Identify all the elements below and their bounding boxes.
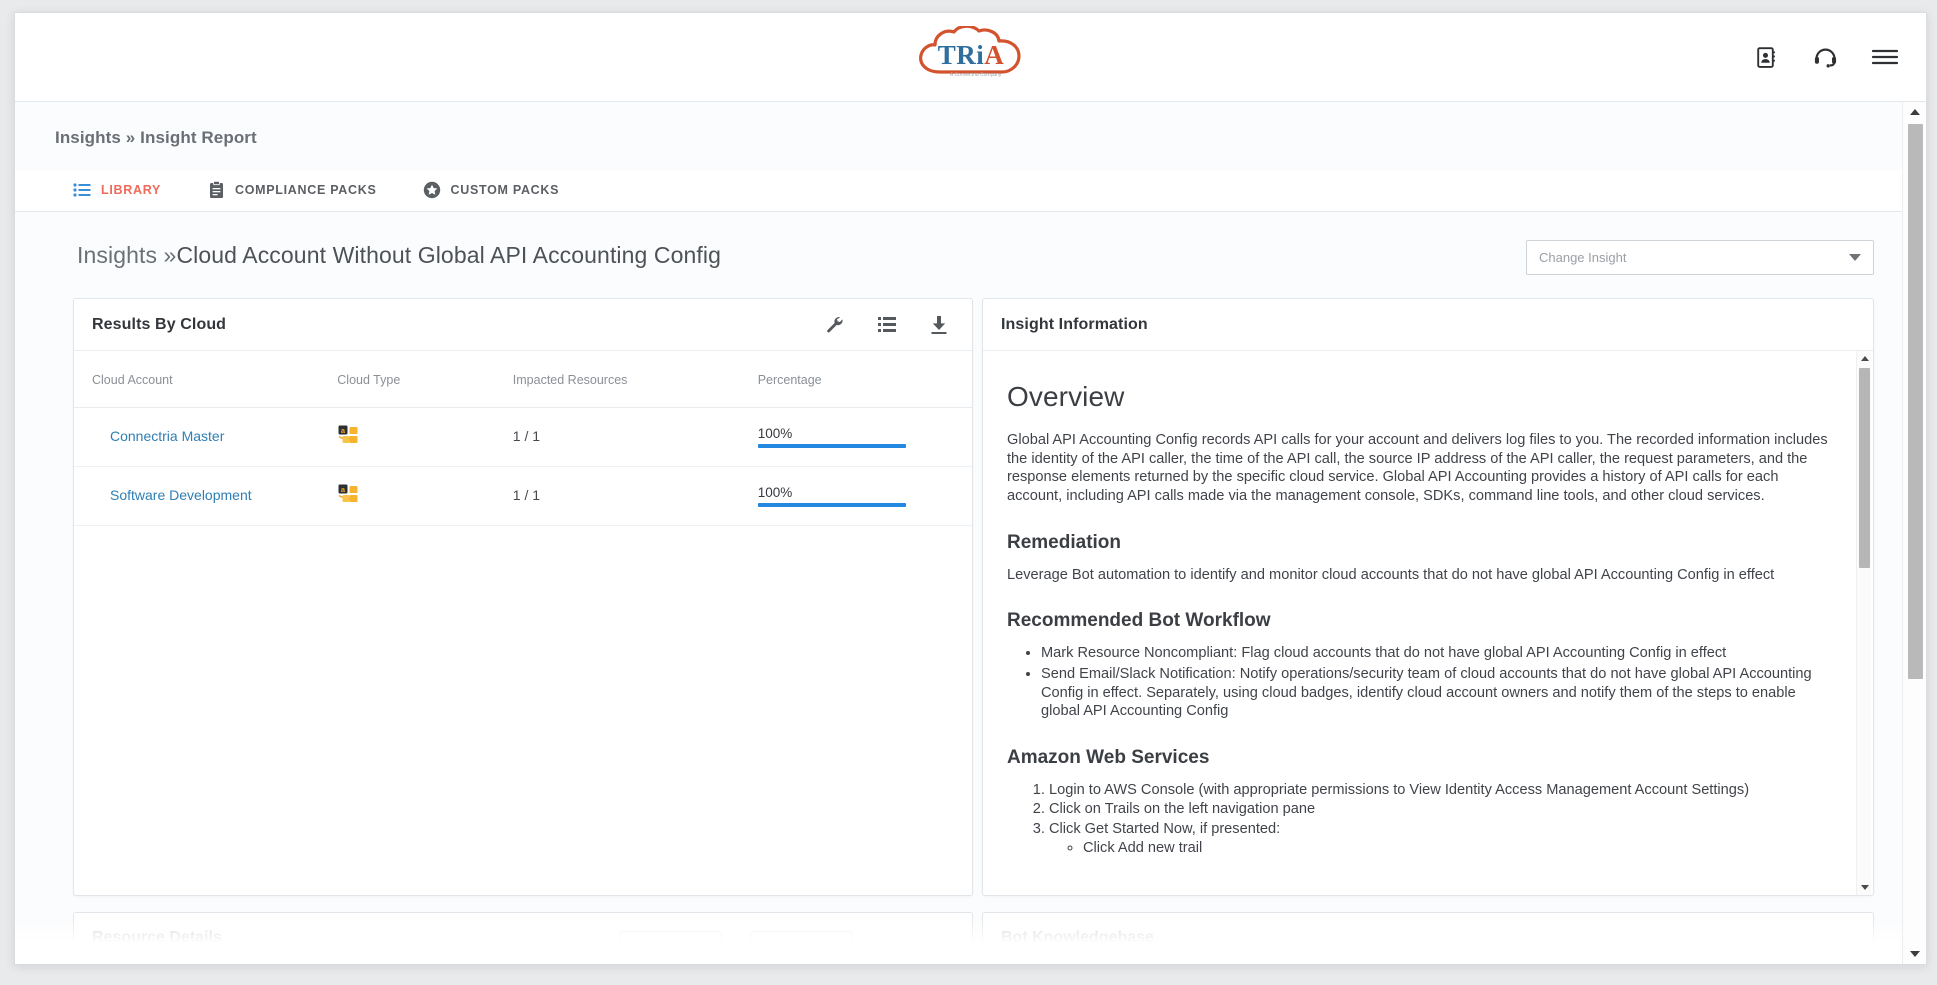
list-item: Send Email/Slack Notification: Notify op… — [1041, 665, 1829, 721]
insight-scroll-content: Overview Global API Accounting Config re… — [1007, 381, 1837, 859]
panels-row: Results By Cloud Cloud Account Cloud Typ… — [15, 298, 1902, 896]
address-book-icon[interactable] — [1750, 42, 1780, 72]
insight-panel-scrollbar[interactable] — [1856, 351, 1871, 895]
cloud-account-link[interactable]: Software Development — [92, 487, 252, 503]
application-window: TRiA A Connectria Company Insights » Ins… — [14, 12, 1927, 965]
remediation-text: Leverage Bot automation to identify and … — [1007, 566, 1775, 583]
scroll-up-arrow-icon[interactable] — [1857, 351, 1872, 366]
percentage-label: 100% — [757, 426, 793, 441]
list-item: Click on Trails on the left navigation p… — [1049, 800, 1829, 819]
list-item: Login to AWS Console (with appropriate p… — [1049, 781, 1829, 800]
tab-custom-packs-label: CUSTOM PACKS — [450, 182, 560, 197]
percentage-label: 100% — [757, 485, 793, 500]
topbar-icon-group — [1750, 42, 1900, 72]
tab-library-label: LIBRARY — [101, 182, 161, 197]
list-icon — [73, 181, 91, 199]
content-area: Insights » Insight Report LIBRARY COMPLI… — [15, 102, 1926, 964]
svg-text:TRiA: TRiA — [937, 40, 1004, 70]
aws-heading: Amazon Web Services — [1007, 747, 1210, 769]
tab-library[interactable]: LIBRARY — [73, 170, 161, 211]
aws-substeps-list: Click Add new trail — [1083, 839, 1829, 858]
lower-panels-row: Resource Details Bot Knowledgebase — [15, 896, 1902, 964]
list-item: Click Get Started Now, if presented: Cli… — [1049, 820, 1829, 859]
overview-heading: Overview — [1007, 381, 1125, 412]
aws-icon: a — [337, 483, 513, 509]
remediation-heading: Remediation — [1007, 531, 1122, 553]
change-insight-value: Change Insight — [1539, 250, 1627, 265]
table-header-row: Cloud Account Cloud Type Impacted Resour… — [74, 351, 972, 408]
download-icon[interactable] — [928, 314, 950, 336]
workflow-list: Mark Resource Noncompliant: Flag cloud a… — [1041, 644, 1829, 721]
tria-logo[interactable]: TRiA A Connectria Company — [907, 25, 1035, 89]
insight-information-panel: Insight Information Overview Global API … — [982, 298, 1874, 896]
percentage-bar-fill — [757, 503, 906, 507]
results-table: Cloud Account Cloud Type Impacted Resour… — [74, 351, 972, 526]
cloud-account-link[interactable]: Connectria Master — [92, 428, 224, 444]
page-scrollbar-thumb[interactable] — [1908, 124, 1923, 679]
resource-details-panel: Resource Details — [73, 912, 973, 964]
table-row: Software Development a 1 / 1 100% — [74, 466, 972, 526]
headset-support-icon[interactable] — [1810, 42, 1840, 72]
page-scroll-up-arrow-icon[interactable] — [1903, 102, 1926, 122]
aws-steps-list: Login to AWS Console (with appropriate p… — [1049, 781, 1829, 859]
scrollbar-thumb[interactable] — [1859, 368, 1870, 568]
results-panel-header: Results By Cloud — [74, 299, 972, 351]
star-badge-icon — [423, 181, 441, 199]
clipboard-icon — [207, 180, 225, 199]
tab-bar: LIBRARY COMPLIANCE PACKS CUSTOM PACKS — [15, 170, 1902, 212]
insight-panel-title: Insight Information — [1001, 315, 1148, 333]
page-title-crumb[interactable]: Insights » — [77, 242, 176, 268]
list-item: Mark Resource Noncompliant: Flag cloud a… — [1041, 644, 1829, 663]
col-cloud-type: Cloud Type — [337, 351, 513, 408]
impacted-resources-value: 1 / 1 — [512, 487, 541, 503]
table-row: Connectria Master a 1 / 1 100% — [74, 407, 972, 467]
aws-icon: a — [337, 424, 513, 450]
wrench-icon[interactable] — [824, 314, 846, 336]
results-panel-title: Results By Cloud — [92, 315, 227, 333]
col-cloud-account: Cloud Account — [74, 351, 338, 408]
scroll-down-arrow-icon[interactable] — [1857, 880, 1872, 895]
resource-details-button-1[interactable] — [620, 931, 722, 961]
page-title-row: Insights »Cloud Account Without Global A… — [15, 212, 1902, 298]
list-item: Click Add new trail — [1083, 839, 1829, 858]
results-table-container: Cloud Account Cloud Type Impacted Resour… — [74, 351, 972, 895]
bot-knowledgebase-title: Bot Knowledgebase — [1001, 929, 1154, 946]
percentage-cell: 100% — [757, 485, 906, 507]
page-scroll-down-arrow-icon[interactable] — [1903, 944, 1926, 964]
results-by-cloud-panel: Results By Cloud Cloud Account Cloud Typ… — [73, 298, 973, 896]
workflow-heading: Recommended Bot Workflow — [1007, 610, 1271, 632]
insight-panel-header: Insight Information — [983, 299, 1873, 351]
percentage-bar-track — [757, 444, 906, 448]
breadcrumb[interactable]: Insights » Insight Report — [15, 102, 1902, 148]
change-insight-select[interactable]: Change Insight — [1526, 240, 1874, 275]
resource-details-title: Resource Details — [92, 929, 222, 946]
percentage-bar-fill — [757, 444, 906, 448]
svg-text:A Connectria Company: A Connectria Company — [950, 72, 1002, 78]
results-panel-actions — [824, 314, 950, 336]
top-app-bar: TRiA A Connectria Company — [15, 13, 1926, 102]
tab-custom-packs[interactable]: CUSTOM PACKS — [423, 170, 560, 211]
page-title-main: Cloud Account Without Global API Account… — [176, 242, 721, 268]
scrollable-content: Insights » Insight Report LIBRARY COMPLI… — [15, 102, 1902, 964]
percentage-bar-track — [757, 503, 906, 507]
hamburger-menu-icon[interactable] — [1870, 42, 1900, 72]
list-item-text: Click Get Started Now, if presented: — [1049, 820, 1281, 837]
insight-panel-body: Overview Global API Accounting Config re… — [983, 351, 1873, 895]
screen: TRiA A Connectria Company Insights » Ins… — [0, 0, 1937, 985]
chevron-down-icon — [1849, 254, 1861, 261]
col-impacted-resources: Impacted Resources — [512, 351, 758, 408]
overview-text: Global API Accounting Config records API… — [1007, 432, 1828, 505]
percentage-cell: 100% — [757, 426, 906, 448]
col-percentage: Percentage — [757, 351, 972, 408]
list-view-icon[interactable] — [876, 314, 898, 336]
bot-knowledgebase-panel: Bot Knowledgebase — [982, 912, 1874, 964]
tab-compliance-packs[interactable]: COMPLIANCE PACKS — [207, 170, 377, 211]
page-scrollbar[interactable] — [1902, 102, 1926, 964]
tab-compliance-packs-label: COMPLIANCE PACKS — [235, 182, 377, 197]
impacted-resources-value: 1 / 1 — [512, 428, 541, 444]
resource-details-button-2[interactable] — [750, 931, 852, 961]
